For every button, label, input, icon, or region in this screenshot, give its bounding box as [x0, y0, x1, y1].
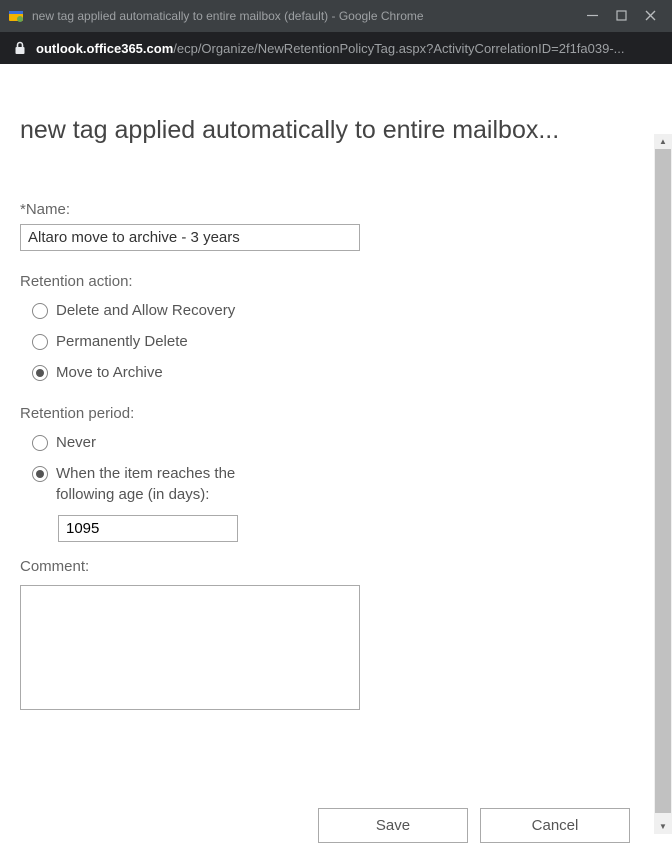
radio-never-label: Never [56, 432, 96, 453]
url-text[interactable]: outlook.office365.com/ecp/Organize/NewRe… [36, 41, 625, 56]
maximize-icon[interactable] [616, 9, 627, 24]
radio-move-to-archive-label: Move to Archive [56, 362, 163, 383]
comment-textarea[interactable] [20, 585, 360, 710]
radio-when-age-label: When the item reaches the following age … [56, 463, 286, 505]
radio-delete-allow-recovery[interactable] [32, 303, 48, 319]
radio-permanently-delete[interactable] [32, 334, 48, 350]
comment-label: Comment: [20, 558, 360, 575]
window-title: new tag applied automatically to entire … [32, 9, 587, 23]
radio-never[interactable] [32, 435, 48, 451]
lock-icon [14, 41, 26, 55]
cancel-button[interactable]: Cancel [480, 808, 630, 843]
app-icon [8, 8, 24, 24]
name-label: *Name: [20, 201, 360, 218]
radio-permanently-delete-label: Permanently Delete [56, 331, 188, 352]
radio-move-to-archive[interactable] [32, 365, 48, 381]
window-titlebar: new tag applied automatically to entire … [0, 0, 672, 32]
name-input[interactable] [20, 224, 360, 251]
address-bar: outlook.office365.com/ecp/Organize/NewRe… [0, 32, 672, 64]
scroll-down-arrow[interactable]: ▼ [654, 819, 672, 834]
scroll-up-arrow[interactable]: ▲ [654, 134, 672, 149]
radio-delete-allow-recovery-label: Delete and Allow Recovery [56, 300, 235, 321]
radio-when-age[interactable] [32, 466, 48, 482]
scrollbar[interactable]: ▲ ▼ [654, 134, 672, 834]
retention-period-label: Retention period: [20, 405, 360, 422]
retention-action-label: Retention action: [20, 273, 360, 290]
days-input[interactable] [58, 515, 238, 542]
close-icon[interactable] [645, 9, 656, 24]
url-path: /ecp/Organize/NewRetentionPolicyTag.aspx… [173, 41, 624, 56]
scrollbar-thumb[interactable] [655, 149, 671, 813]
page-title: new tag applied automatically to entire … [20, 116, 652, 145]
minimize-icon[interactable] [587, 9, 598, 24]
url-domain: outlook.office365.com [36, 41, 173, 56]
save-button[interactable]: Save [318, 808, 468, 843]
